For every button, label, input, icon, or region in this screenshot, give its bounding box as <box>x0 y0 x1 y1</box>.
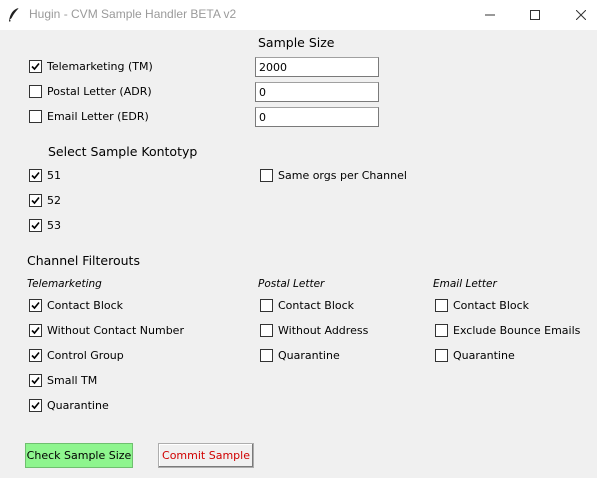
tm-checkbox[interactable] <box>29 60 42 73</box>
check-sample-size-button[interactable]: Check Sample Size <box>25 443 133 468</box>
tm-quarantine-checkbox[interactable] <box>29 399 42 412</box>
postal-column-title: Postal Letter <box>258 278 325 290</box>
close-button[interactable] <box>558 0 597 30</box>
tm-contact-block-checkbox[interactable] <box>29 299 42 312</box>
postal-quarantine-label: Quarantine <box>278 349 340 362</box>
title-bar: Hugin - CVM Sample Handler BETA v2 <box>0 0 597 30</box>
tm-control-group-checkbox[interactable] <box>29 349 42 362</box>
same-orgs-label: Same orgs per Channel <box>278 169 407 182</box>
checkmark-icon <box>31 401 40 410</box>
email-quarantine-checkbox[interactable] <box>435 349 448 362</box>
edr-label: Email Letter (EDR) <box>47 110 149 123</box>
kontotyp-51-label: 51 <box>47 169 61 182</box>
kontotyp-53-label: 53 <box>47 219 61 232</box>
tm-control-group-label: Control Group <box>47 349 124 362</box>
kontotyp-52-checkbox[interactable] <box>29 194 42 207</box>
postal-without-address-label: Without Address <box>278 324 369 337</box>
checkmark-icon <box>31 221 40 230</box>
tm-without-contact-number-label: Without Contact Number <box>47 324 184 337</box>
edr-sample-input[interactable] <box>255 107 379 127</box>
postal-without-address-checkbox[interactable] <box>260 324 273 337</box>
email-contact-block-label: Contact Block <box>453 299 530 312</box>
minimize-icon <box>485 14 495 16</box>
email-column-title: Email Letter <box>433 278 497 290</box>
kontotyp-53-checkbox[interactable] <box>29 219 42 232</box>
checkmark-icon <box>31 171 40 180</box>
minimize-button[interactable] <box>467 0 513 30</box>
kontotyp-heading: Select Sample Kontotyp <box>48 144 198 159</box>
tm-small-tm-label: Small TM <box>47 374 98 387</box>
adr-checkbox[interactable] <box>29 85 42 98</box>
tm-contact-block-label: Contact Block <box>47 299 124 312</box>
postal-quarantine-checkbox[interactable] <box>260 349 273 362</box>
email-quarantine-label: Quarantine <box>453 349 515 362</box>
window-title: Hugin - CVM Sample Handler BETA v2 <box>29 7 237 21</box>
adr-label: Postal Letter (ADR) <box>47 85 152 98</box>
maximize-button[interactable] <box>512 0 558 30</box>
close-icon <box>576 10 586 20</box>
tm-label: Telemarketing (TM) <box>47 60 153 73</box>
maximize-icon <box>530 10 540 20</box>
sample-size-heading: Sample Size <box>258 35 335 50</box>
edr-checkbox[interactable] <box>29 110 42 123</box>
checkmark-icon <box>31 301 40 310</box>
tm-small-tm-checkbox[interactable] <box>29 374 42 387</box>
email-contact-block-checkbox[interactable] <box>435 299 448 312</box>
same-orgs-checkbox[interactable] <box>260 169 273 182</box>
email-exclude-bounce-checkbox[interactable] <box>435 324 448 337</box>
tm-quarantine-label: Quarantine <box>47 399 109 412</box>
checkmark-icon <box>31 376 40 385</box>
kontotyp-51-checkbox[interactable] <box>29 169 42 182</box>
checkmark-icon <box>31 196 40 205</box>
postal-contact-block-label: Contact Block <box>278 299 355 312</box>
adr-sample-input[interactable] <box>255 82 379 102</box>
feather-icon <box>7 7 21 23</box>
kontotyp-52-label: 52 <box>47 194 61 207</box>
tm-sample-input[interactable] <box>255 57 379 77</box>
checkmark-icon <box>31 351 40 360</box>
tm-without-contact-number-checkbox[interactable] <box>29 324 42 337</box>
commit-sample-button[interactable]: Commit Sample <box>158 443 254 468</box>
checkmark-icon <box>31 62 40 71</box>
postal-contact-block-checkbox[interactable] <box>260 299 273 312</box>
filterouts-heading: Channel Filterouts <box>27 253 140 268</box>
checkmark-icon <box>31 326 40 335</box>
telemarketing-column-title: Telemarketing <box>27 278 102 290</box>
email-exclude-bounce-label: Exclude Bounce Emails <box>453 324 581 337</box>
